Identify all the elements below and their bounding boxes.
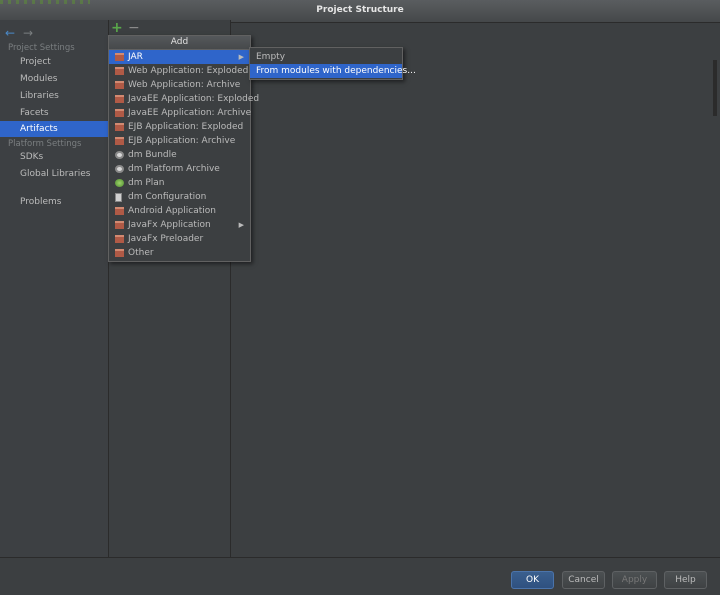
- gear-icon: [115, 165, 124, 173]
- jar-icon: [115, 235, 124, 243]
- menu-item-dm-platform-archive[interactable]: dm Platform Archive: [109, 162, 250, 176]
- jar-icon: [115, 95, 124, 103]
- forward-arrow-icon[interactable]: →: [23, 26, 33, 40]
- scroll-edge: [713, 60, 717, 116]
- jar-icon: [115, 221, 124, 229]
- menu-item-label: Android Application: [128, 206, 216, 216]
- menu-item-dm-bundle[interactable]: dm Bundle: [109, 148, 250, 162]
- platform-settings-header: Platform Settings: [8, 139, 82, 149]
- submenu-item-empty[interactable]: Empty: [250, 50, 402, 64]
- menu-item-web-archive[interactable]: Web Application: Archive: [109, 78, 250, 92]
- sidebar-item-sdks[interactable]: SDKs: [0, 149, 108, 165]
- jar-icon: [115, 109, 124, 117]
- menu-item-label: dm Configuration: [128, 192, 207, 202]
- cancel-button[interactable]: Cancel: [562, 571, 605, 589]
- document-icon: [115, 193, 122, 202]
- sidebar-item-label: Global Libraries: [20, 169, 91, 179]
- jar-icon: [115, 249, 124, 257]
- sidebar-item-label: Project: [20, 57, 51, 67]
- sidebar-item-problems[interactable]: Problems: [0, 194, 108, 210]
- submenu-item-label: Empty: [256, 52, 286, 62]
- plan-icon: [115, 179, 124, 187]
- apply-button[interactable]: Apply: [612, 571, 657, 589]
- menu-item-android-application[interactable]: Android Application: [109, 204, 250, 218]
- jar-icon: [115, 207, 124, 215]
- help-button[interactable]: Help: [664, 571, 707, 589]
- menu-item-javaee-archive[interactable]: JavaEE Application: Archive: [109, 106, 252, 120]
- project-settings-header: Project Settings: [8, 43, 75, 53]
- submenu-item-label: From modules with dependencies...: [256, 66, 416, 76]
- back-arrow-icon[interactable]: ←: [5, 26, 15, 40]
- window-title: Project Structure: [316, 5, 404, 15]
- submenu-item-from-modules[interactable]: From modules with dependencies...: [250, 64, 416, 78]
- menu-item-web-exploded[interactable]: Web Application: Exploded: [109, 64, 250, 78]
- sidebar-item-label: Libraries: [20, 91, 59, 101]
- gear-icon: [115, 151, 124, 159]
- jar-icon: [115, 137, 124, 145]
- menu-item-label: JavaEE Application: Archive: [128, 108, 252, 118]
- menu-item-label: dm Platform Archive: [128, 164, 220, 174]
- menu-item-jar[interactable]: JAR ▶: [109, 50, 250, 64]
- sidebar-item-label: Modules: [20, 74, 58, 84]
- menu-item-ejb-archive[interactable]: EJB Application: Archive: [109, 134, 250, 148]
- jar-icon: [115, 81, 124, 89]
- jar-icon: [115, 67, 124, 75]
- menu-item-javafx-application[interactable]: JavaFx Application ▶: [109, 218, 250, 232]
- menu-item-label: EJB Application: Archive: [128, 136, 236, 146]
- decorative-strip: [0, 0, 90, 4]
- menu-item-label: dm Bundle: [128, 150, 177, 160]
- submenu-arrow-icon: ▶: [238, 53, 244, 61]
- add-menu-title: Add: [109, 36, 250, 50]
- remove-icon[interactable]: −: [128, 20, 140, 36]
- menu-item-label: JAR: [128, 52, 143, 62]
- menu-item-label: EJB Application: Exploded: [128, 122, 244, 132]
- add-menu: Add JAR ▶ Web Application: Exploded Web A…: [108, 35, 259, 262]
- sidebar-item-label: SDKs: [20, 152, 44, 162]
- menu-item-label: Web Application: Exploded: [128, 66, 249, 76]
- add-icon[interactable]: +: [111, 20, 123, 36]
- sidebar-item-label: Facets: [20, 108, 49, 118]
- sidebar-item-facets[interactable]: Facets: [0, 105, 108, 121]
- sidebar-item-label: Problems: [20, 197, 62, 207]
- submenu-arrow-icon: ▶: [238, 221, 244, 229]
- menu-item-label: Other: [128, 248, 154, 258]
- jar-submenu: Empty From modules with dependencies...: [249, 47, 416, 80]
- menu-item-label: Web Application: Archive: [128, 80, 241, 90]
- sidebar-item-global-libraries[interactable]: Global Libraries: [0, 166, 108, 182]
- ok-button[interactable]: OK: [511, 571, 554, 589]
- jar-icon: [115, 53, 124, 61]
- menu-item-label: JavaFx Application: [128, 220, 211, 230]
- sidebar-item-modules[interactable]: Modules: [0, 71, 108, 87]
- sidebar-item-libraries[interactable]: Libraries: [0, 88, 108, 104]
- menu-item-javaee-exploded[interactable]: JavaEE Application: Exploded: [109, 92, 259, 106]
- sidebar-item-artifacts[interactable]: Artifacts: [0, 121, 108, 137]
- menu-item-dm-plan[interactable]: dm Plan: [109, 176, 250, 190]
- jar-icon: [115, 123, 124, 131]
- menu-item-label: dm Plan: [128, 178, 165, 188]
- menu-item-label: JavaEE Application: Exploded: [128, 94, 260, 104]
- sidebar-item-label: Artifacts: [20, 124, 58, 134]
- menu-item-other[interactable]: Other: [109, 246, 250, 260]
- sidebar-item-project[interactable]: Project: [0, 54, 108, 70]
- menu-item-javafx-preloader[interactable]: JavaFx Preloader: [109, 232, 250, 246]
- menu-item-ejb-exploded[interactable]: EJB Application: Exploded: [109, 120, 250, 134]
- menu-item-label: JavaFx Preloader: [128, 234, 204, 244]
- menu-item-dm-configuration[interactable]: dm Configuration: [109, 190, 250, 204]
